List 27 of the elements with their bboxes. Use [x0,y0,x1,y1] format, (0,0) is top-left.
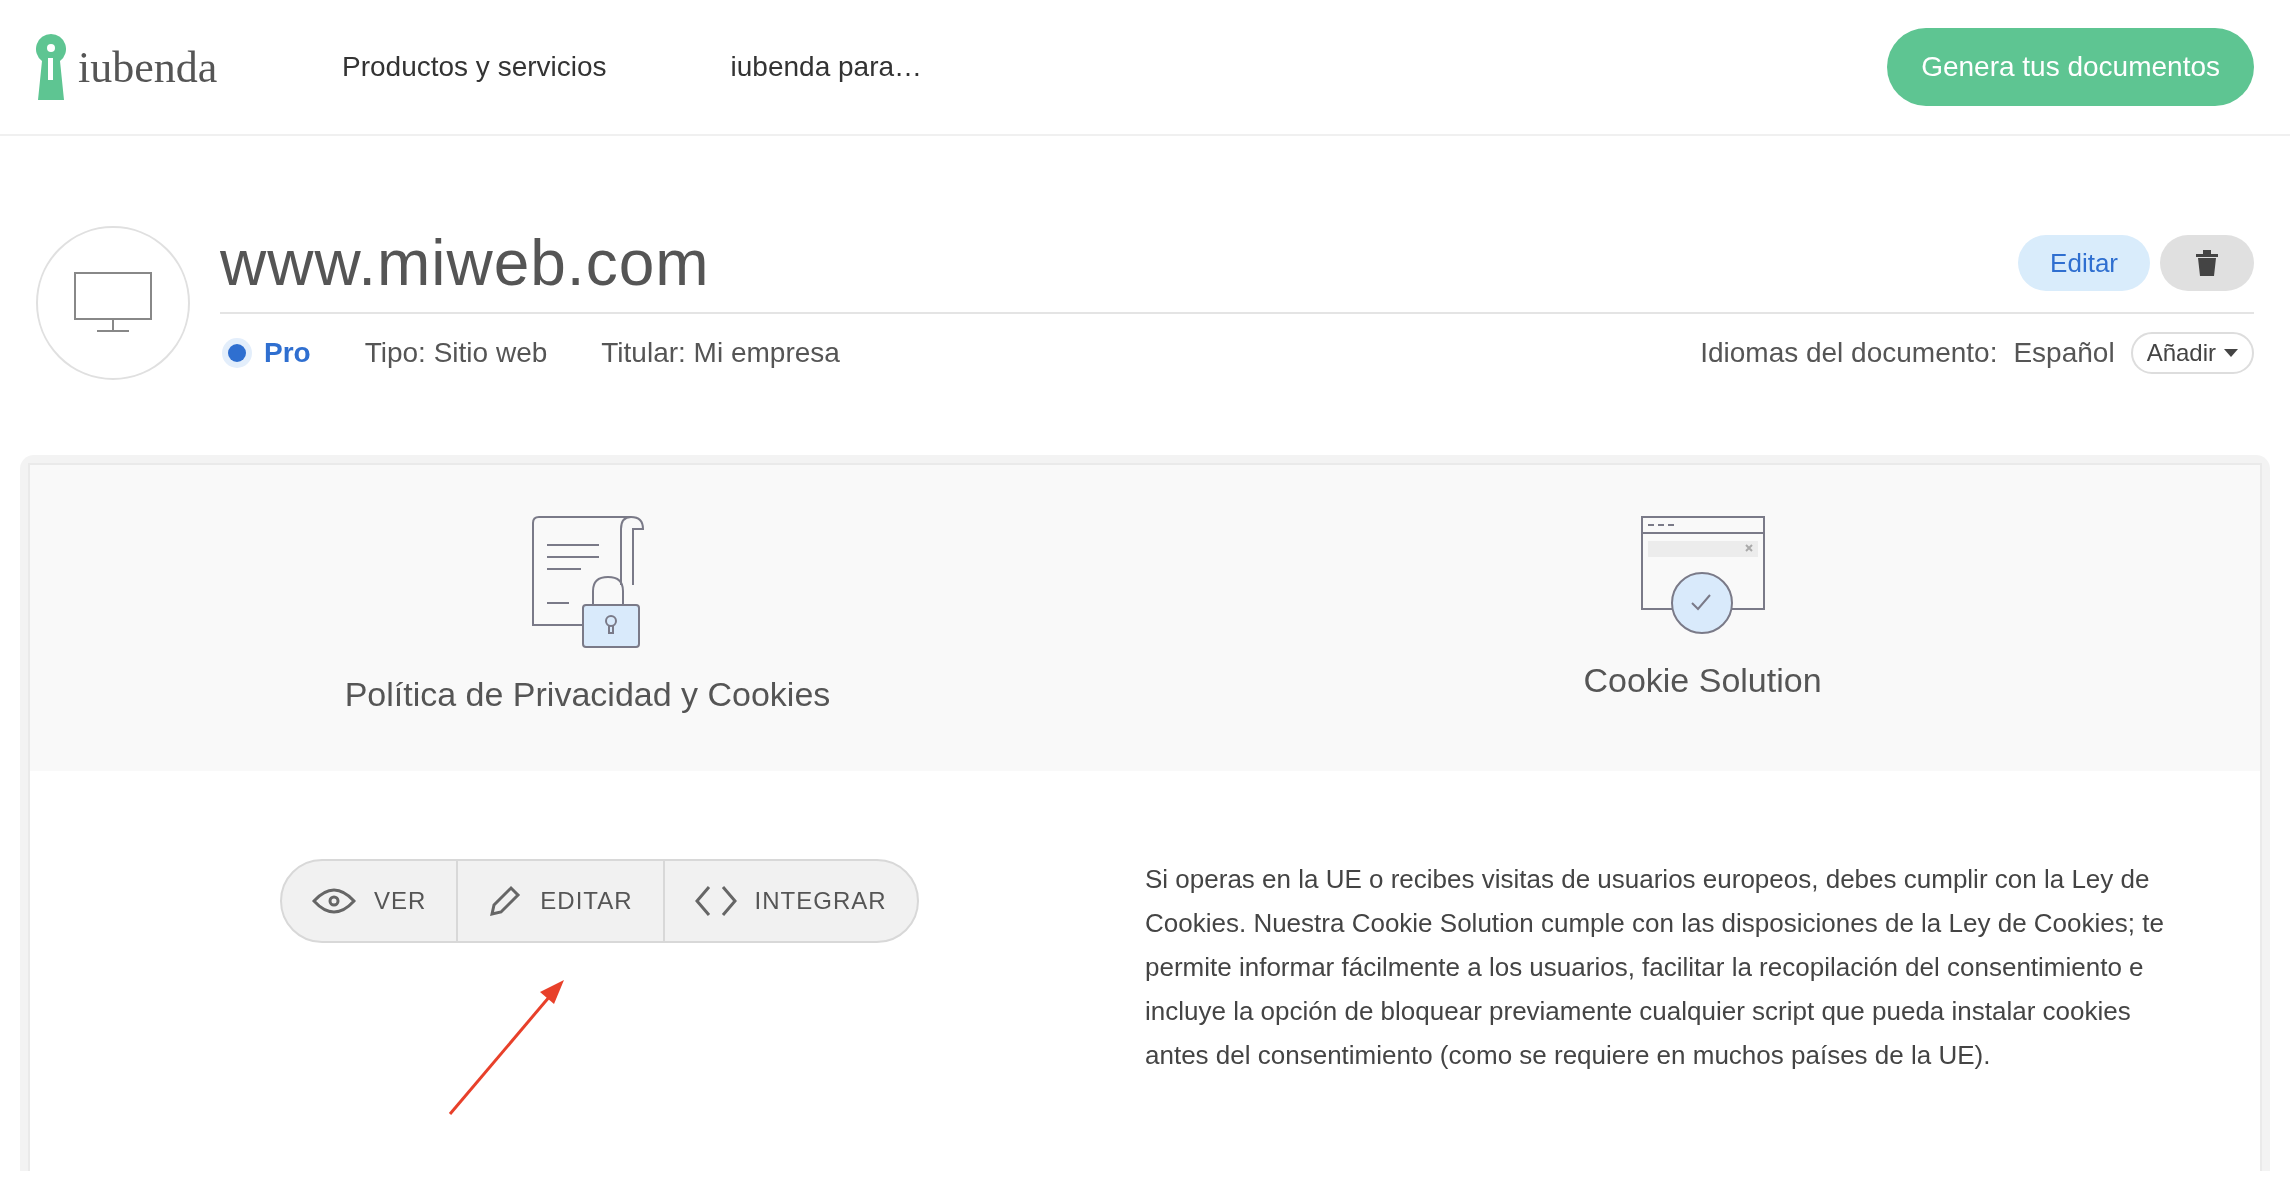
product-title: Política de Privacidad y Cookies [344,675,831,714]
code-icon [694,885,737,917]
cookie-solution-description: Si operas en la UE o recibes visitas de usuarios europeos, debes cumplir con la Ley de Cookies. Nuestra Cookie Solution cumple con las disposiciones de la Ley de Cookies; te permite informar fácilmente a los usuarios, facilitar la recopilación del consentimiento e incluye la opción de bloquear previamente cualquier script que pueda instalar cookies antes del consentimiento (como se requiere en muchos países de la UE). [1145,863,2165,1072]
trash-icon [2196,250,2218,276]
language-value: Español [2013,337,2115,369]
edit-button[interactable]: Editar [2018,235,2150,291]
product-title: Cookie Solution [1583,661,1822,700]
site-owner: Titular: Mi empresa [601,337,840,369]
document-lock-icon [530,515,645,649]
document-action-button[interactable]: INTEGRAR [662,861,917,941]
caret-icon [2224,349,2238,357]
monitor-icon [73,271,153,335]
add-language-button[interactable]: Añadir [2130,332,2254,374]
languages-label: Idiomas del documento: [1700,337,1998,369]
pencil-icon [488,884,523,918]
document-action-button[interactable]: VER [282,861,457,941]
site-title: www.miweb.com [220,226,710,300]
brand-logo: iubenda [78,41,218,93]
eye-icon [312,887,356,915]
nav-link[interactable]: Productos y servicios [342,51,607,83]
cookie-window-icon [1639,515,1766,635]
site-type: Tipo: Sitio web [364,337,548,369]
nav-link[interactable]: iubenda para… [730,51,923,83]
document-action-button[interactable]: EDITAR [456,861,663,941]
keyhole-logo-icon [36,34,66,100]
plan-label: Pro [264,337,311,369]
delete-button[interactable] [2160,235,2254,291]
